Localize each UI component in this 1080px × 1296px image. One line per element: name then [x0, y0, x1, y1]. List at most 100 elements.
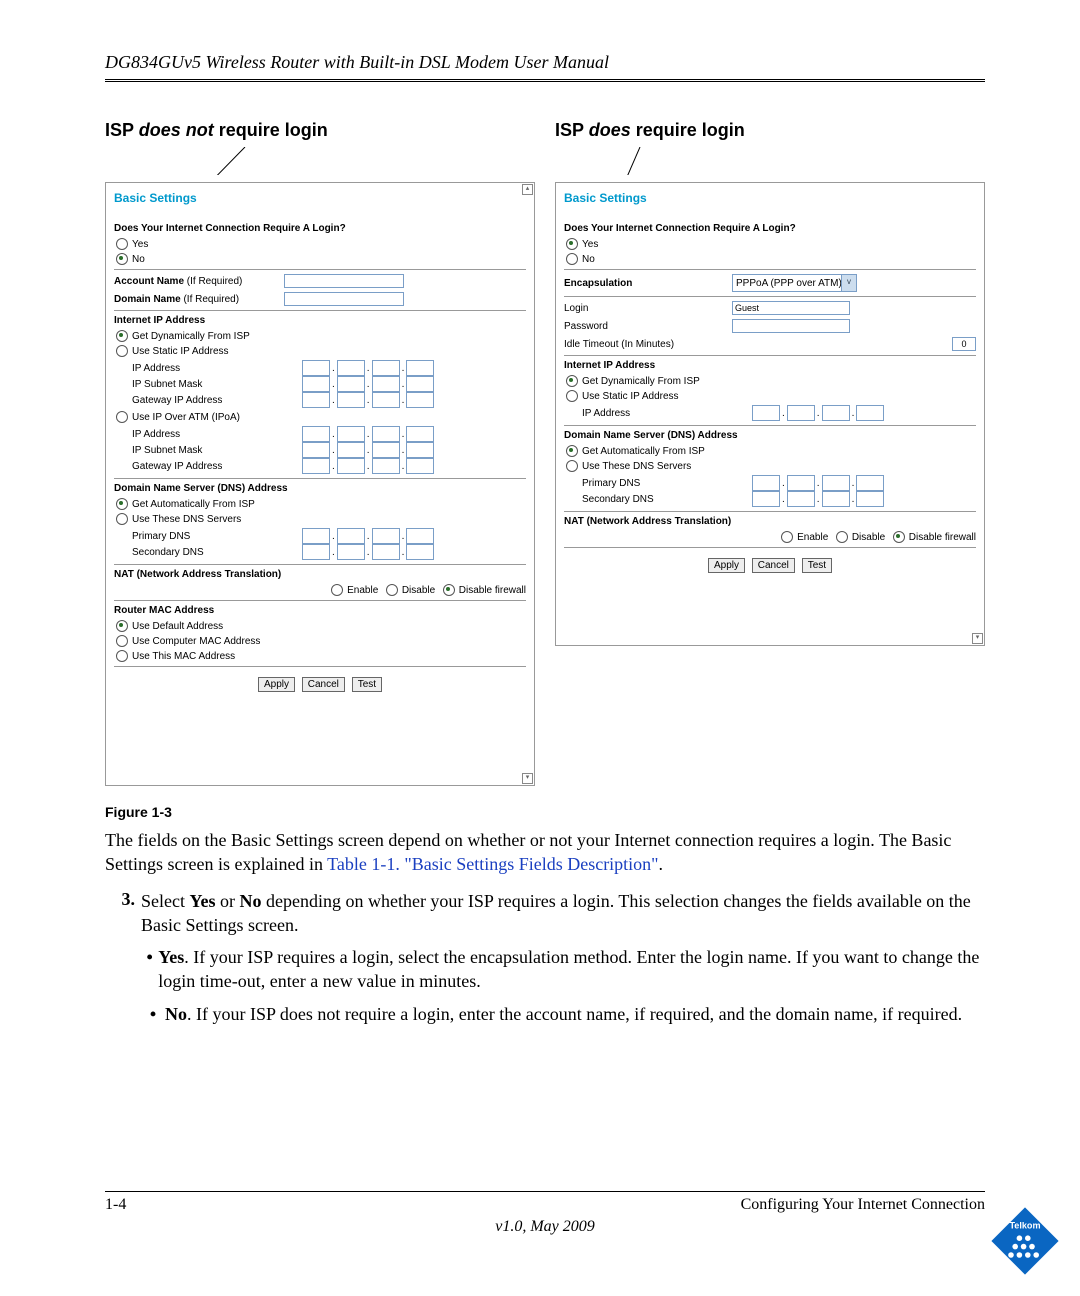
radio-nat-enable[interactable]: [781, 531, 793, 543]
panel-title: Basic Settings: [564, 191, 976, 205]
text: ISP: [555, 120, 589, 140]
mask-input[interactable]: ...: [302, 376, 434, 392]
mask-input[interactable]: ...: [302, 442, 434, 458]
page-number: 1-4: [105, 1196, 126, 1214]
idle-timeout-input[interactable]: 0: [952, 337, 976, 351]
ip-input[interactable]: ...: [302, 426, 434, 442]
scroll-up-icon[interactable]: ▴: [522, 184, 533, 195]
text: . If your ISP requires a login, select t…: [158, 947, 979, 991]
radio-nat-disable-fw[interactable]: [443, 584, 455, 596]
radio-dns-use[interactable]: [566, 460, 578, 472]
left-column: ISP does not require login ▴ Basic Setti…: [105, 120, 535, 786]
bullet-icon: •: [141, 945, 158, 994]
radio-nat-disable-fw[interactable]: [893, 531, 905, 543]
cancel-button[interactable]: Cancel: [752, 558, 795, 573]
text: Select: [141, 891, 189, 911]
question-label: Does Your Internet Connection Require A …: [114, 223, 526, 234]
radio-label: No: [132, 254, 145, 265]
radio-static[interactable]: [116, 345, 128, 357]
field-label: IP Address: [132, 363, 302, 374]
password-input[interactable]: [732, 319, 850, 333]
radio-label: Get Automatically From ISP: [132, 499, 255, 510]
cancel-button[interactable]: Cancel: [302, 677, 345, 692]
radio-dns-auto[interactable]: [116, 498, 128, 510]
bullet-list: •Yes. If your ISP requires a login, sele…: [141, 945, 985, 1026]
field-label: IP Subnet Mask: [132, 445, 302, 456]
left-heading: ISP does not require login: [105, 120, 535, 141]
field-label: Primary DNS: [132, 531, 302, 542]
bullet-yes: •Yes. If your ISP requires a login, sele…: [141, 945, 985, 994]
field-label: IP Address: [132, 429, 302, 440]
radio-mac-this[interactable]: [116, 650, 128, 662]
radio-dyn-isp[interactable]: [566, 375, 578, 387]
radio-dyn-isp[interactable]: [116, 330, 128, 342]
radio-ipoa[interactable]: [116, 411, 128, 423]
primary-dns-input[interactable]: ...: [752, 475, 884, 491]
figure-caption: Figure 1-3: [105, 804, 985, 820]
radio-label: Disable: [402, 585, 435, 596]
apply-button[interactable]: Apply: [708, 558, 745, 573]
emph: does not: [139, 120, 214, 140]
ip-input[interactable]: ...: [752, 405, 884, 421]
cross-ref-link[interactable]: Table 1-1. "Basic Settings Fields Descri…: [327, 854, 658, 874]
section-name: Configuring Your Internet Connection: [741, 1196, 985, 1214]
text: require login: [214, 120, 328, 140]
secondary-dns-input[interactable]: ...: [752, 491, 884, 507]
encapsulation-select[interactable]: PPPoA (PPP over ATM)v: [732, 274, 857, 292]
radio-yes[interactable]: [116, 238, 128, 250]
paragraph: The fields on the Basic Settings screen …: [105, 828, 985, 877]
ip-input[interactable]: ...: [302, 360, 434, 376]
bullet-icon: •: [141, 1002, 165, 1026]
version: v1.0, May 2009: [105, 1218, 985, 1236]
login-input[interactable]: Guest: [732, 301, 850, 315]
radio-dns-auto[interactable]: [566, 445, 578, 457]
right-column: ISP does require login Basic Settings Do…: [555, 120, 985, 646]
radio-no[interactable]: [566, 253, 578, 265]
step-number: 3.: [105, 889, 141, 1034]
radio-mac-computer[interactable]: [116, 635, 128, 647]
scroll-down-icon[interactable]: ▾: [522, 773, 533, 784]
right-heading: ISP does require login: [555, 120, 985, 141]
radio-nat-disable[interactable]: [386, 584, 398, 596]
footer: 1-4 Configuring Your Internet Connection…: [105, 1191, 985, 1236]
radio-mac-default[interactable]: [116, 620, 128, 632]
radio-no[interactable]: [116, 253, 128, 265]
pointer-arrow-icon: [105, 147, 445, 175]
radio-label: Disable: [852, 532, 885, 543]
radio-nat-disable[interactable]: [836, 531, 848, 543]
primary-dns-input[interactable]: ...: [302, 528, 434, 544]
page: DG834GUv5 Wireless Router with Built-in …: [0, 0, 1080, 1296]
secondary-dns-input[interactable]: ...: [302, 544, 434, 560]
radio-static[interactable]: [566, 390, 578, 402]
radio-label: Enable: [347, 585, 378, 596]
radio-label: Use Computer MAC Address: [132, 636, 260, 647]
test-button[interactable]: Test: [352, 677, 382, 692]
bold: No: [239, 891, 261, 911]
domain-name-input[interactable]: [284, 292, 404, 306]
radio-dns-use[interactable]: [116, 513, 128, 525]
radio-label: Use Static IP Address: [132, 346, 229, 357]
section-label: Router MAC Address: [114, 605, 526, 616]
gw-input[interactable]: ...: [302, 392, 434, 408]
text: depending on whether your ISP requires a…: [141, 891, 971, 935]
text: ISP: [105, 120, 139, 140]
rule: [105, 81, 985, 82]
telkom-logo-icon: Telkom: [990, 1206, 1060, 1276]
field-label: Domain Name: [114, 294, 181, 305]
apply-button[interactable]: Apply: [258, 677, 295, 692]
radio-yes[interactable]: [566, 238, 578, 250]
radio-nat-enable[interactable]: [331, 584, 343, 596]
radio-label: Use Static IP Address: [582, 391, 679, 402]
account-name-input[interactable]: [284, 274, 404, 288]
radio-label: Get Automatically From ISP: [582, 446, 705, 457]
emph: does: [589, 120, 631, 140]
gw-input[interactable]: ...: [302, 458, 434, 474]
field-label: Idle Timeout (In Minutes): [564, 339, 732, 350]
field-label: Secondary DNS: [132, 547, 302, 558]
radio-label: Disable firewall: [459, 585, 526, 596]
svg-text:Telkom: Telkom: [1009, 1220, 1040, 1230]
field-note: (If Required): [183, 294, 239, 305]
scroll-down-icon[interactable]: ▾: [972, 633, 983, 644]
field-label: IP Address: [582, 408, 752, 419]
test-button[interactable]: Test: [802, 558, 832, 573]
